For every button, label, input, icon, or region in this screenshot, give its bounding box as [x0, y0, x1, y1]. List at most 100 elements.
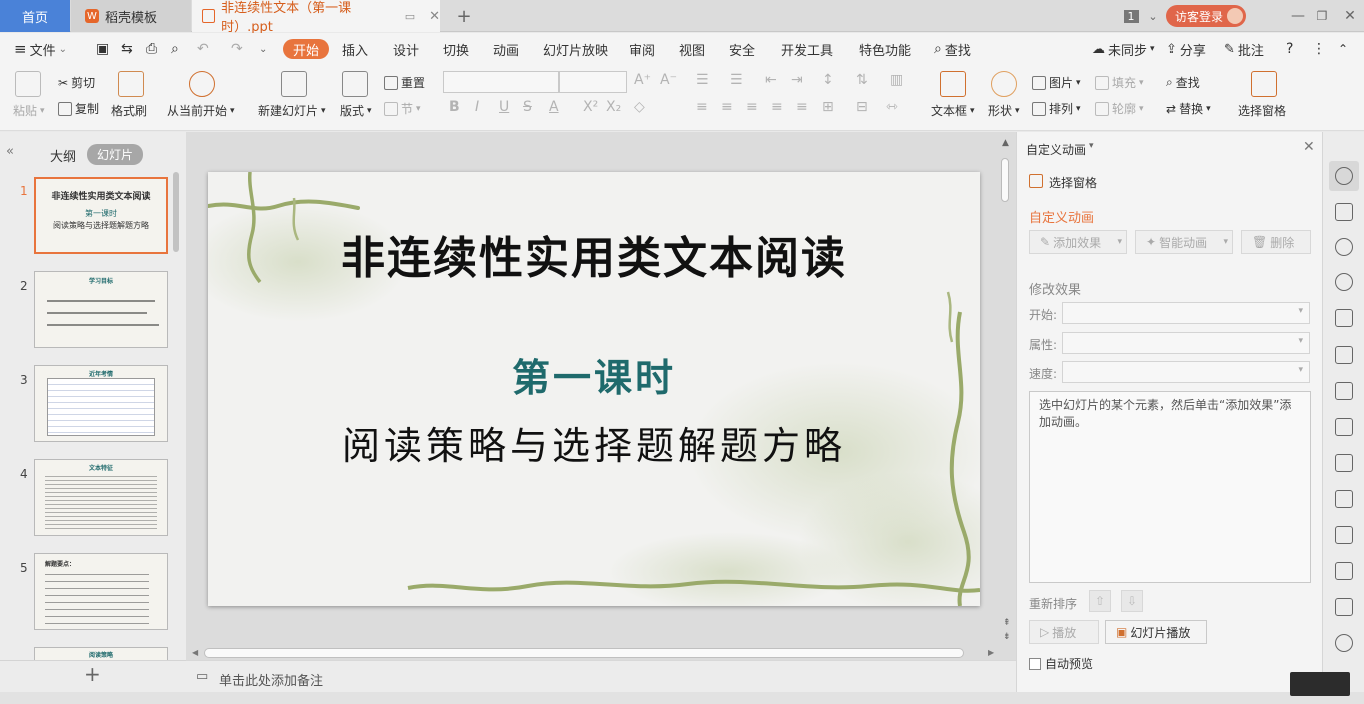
- menu-devtools[interactable]: 开发工具: [781, 39, 833, 59]
- scroll-left-icon[interactable]: ◀: [192, 648, 198, 657]
- strikethrough-icon[interactable]: S: [523, 99, 532, 115]
- menu-review[interactable]: 审阅: [629, 39, 655, 59]
- align-left-icon[interactable]: ≡: [696, 99, 708, 115]
- animation-list[interactable]: 选中幻灯片的某个元素，然后单击“添加效果”添加动画。: [1029, 391, 1311, 583]
- font-size-select[interactable]: [559, 71, 627, 93]
- grow-font-icon[interactable]: A⁺: [634, 72, 651, 88]
- decrease-indent-icon[interactable]: ⇤: [765, 72, 777, 88]
- start-select[interactable]: ▾: [1062, 302, 1310, 324]
- close-tab-icon[interactable]: ✕: [429, 9, 440, 24]
- table-icon[interactable]: [1335, 346, 1353, 364]
- selection-pane-button[interactable]: 选择窗格: [1238, 102, 1286, 119]
- menu-animation[interactable]: 动画: [493, 39, 519, 59]
- bold-icon[interactable]: B: [449, 99, 460, 115]
- menu-insert[interactable]: 插入: [342, 39, 368, 59]
- tab-outline[interactable]: 大纲: [50, 146, 76, 165]
- move-up-icon[interactable]: ⇧: [1089, 590, 1111, 612]
- new-tab-icon[interactable]: +: [452, 0, 476, 32]
- new-slide-button[interactable]: 新建幻灯片 ▾: [258, 102, 326, 119]
- find-button[interactable]: ⌕ 查找: [1166, 74, 1200, 91]
- play-from-current-button[interactable]: 从当前开始 ▾: [167, 102, 235, 119]
- smart-animation-button[interactable]: ✦ 智能动画 ▾: [1135, 230, 1233, 254]
- superscript-icon[interactable]: X²: [583, 99, 598, 115]
- next-slide-icon[interactable]: ⇟: [1003, 632, 1011, 642]
- slides-scrollbar[interactable]: [173, 172, 179, 252]
- slide-thumbnail-3[interactable]: 近年考情: [34, 365, 168, 442]
- share-button[interactable]: ⇪ 分享: [1166, 39, 1206, 59]
- justify-icon[interactable]: ≡: [771, 99, 783, 115]
- slide-thumbnail-6[interactable]: 阅读策略: [34, 647, 168, 661]
- save-icon[interactable]: ▣: [96, 39, 109, 59]
- menu-security[interactable]: 安全: [729, 39, 755, 59]
- bullet-list-icon[interactable]: ☰: [696, 72, 709, 88]
- arrange-button[interactable]: 排列 ▾: [1032, 100, 1081, 117]
- image-icon[interactable]: [1335, 598, 1353, 616]
- distribute-icon[interactable]: ≡: [796, 99, 808, 115]
- archive-icon[interactable]: [1335, 562, 1353, 580]
- textbox-button[interactable]: 文本框 ▾: [931, 102, 975, 119]
- replace-button[interactable]: ⇄ 替换 ▾: [1166, 100, 1211, 117]
- add-effect-button[interactable]: ✎ 添加效果 ▾: [1029, 230, 1127, 254]
- scroll-up-icon[interactable]: ▲: [1002, 138, 1009, 148]
- text-effect-icon[interactable]: ⊟: [856, 99, 868, 115]
- tab-template[interactable]: W 稻壳模板: [71, 0, 191, 32]
- close-window-icon[interactable]: ✕: [1338, 0, 1362, 32]
- export-icon[interactable]: ⇆: [121, 39, 133, 59]
- menu-view[interactable]: 视图: [679, 39, 705, 59]
- undo-icon[interactable]: ↶: [197, 39, 209, 59]
- format-painter-button[interactable]: 格式刷: [111, 102, 147, 119]
- shapes-icon[interactable]: [1335, 238, 1353, 256]
- pin-icon[interactable]: ▭: [405, 10, 415, 23]
- slide-canvas[interactable]: 非连续性实用类文本阅读 第一课时 阅读策略与选择题解题方略: [208, 172, 980, 606]
- menu-transition[interactable]: 切换: [443, 39, 469, 59]
- more-icon[interactable]: ⋮: [1312, 39, 1326, 59]
- autopreview-checkbox[interactable]: 自动预览: [1029, 655, 1093, 672]
- quick-access-dropdown-icon[interactable]: ⌄: [259, 39, 267, 59]
- slide-thumbnail-4[interactable]: 文本特征: [34, 459, 168, 536]
- keyboard-icon[interactable]: [1290, 672, 1350, 696]
- subscript-icon[interactable]: X₂: [606, 99, 621, 115]
- location-icon[interactable]: [1335, 273, 1353, 291]
- move-down-icon[interactable]: ⇩: [1121, 590, 1143, 612]
- columns-icon[interactable]: ▥: [890, 72, 903, 88]
- reset-button[interactable]: 重置: [384, 74, 425, 91]
- copy-button[interactable]: 复制: [58, 100, 99, 117]
- clear-format-icon[interactable]: ◇: [634, 99, 645, 115]
- fill-button[interactable]: 填充 ▾: [1095, 74, 1144, 91]
- file-menu[interactable]: ≡ 文件 ⌄: [14, 39, 67, 59]
- menu-slideshow[interactable]: 幻灯片放映: [543, 39, 608, 59]
- tab-home[interactable]: 首页: [0, 0, 70, 32]
- horizontal-scrollbar[interactable]: [204, 648, 964, 658]
- align-right-icon[interactable]: ≡: [746, 99, 758, 115]
- animation-star-icon[interactable]: [1335, 167, 1353, 185]
- add-slide-icon[interactable]: +: [84, 662, 101, 686]
- export-share-icon[interactable]: [1335, 526, 1353, 544]
- menu-start[interactable]: 开始: [283, 39, 330, 59]
- prev-slide-icon[interactable]: ⇞: [1003, 618, 1011, 628]
- slide-title[interactable]: 非连续性实用类文本阅读: [208, 222, 980, 286]
- vertical-align-icon[interactable]: ⊞: [822, 99, 834, 115]
- comment-button[interactable]: ✎ 批注: [1224, 39, 1264, 59]
- sync-status[interactable]: ☁ 未同步 ▾: [1092, 39, 1155, 59]
- delete-effect-button[interactable]: 🗑 删除: [1241, 230, 1311, 254]
- line-spacing-icon[interactable]: ↕: [822, 72, 834, 88]
- text-direction-icon[interactable]: ⇅: [856, 72, 868, 88]
- tab-document[interactable]: 非连续性文本（第一课时）.ppt ▭ ✕: [192, 0, 440, 35]
- char-spacing-icon[interactable]: ⇿: [886, 99, 898, 115]
- vertical-scrollbar[interactable]: [1001, 158, 1009, 202]
- align-center-icon[interactable]: ≡: [721, 99, 733, 115]
- collapse-ribbon-icon[interactable]: ⌃: [1338, 39, 1348, 59]
- restore-icon[interactable]: ❐: [1310, 0, 1334, 32]
- animation-pane-header[interactable]: 自定义动画 ▾: [1026, 141, 1094, 158]
- shrink-font-icon[interactable]: A⁻: [660, 72, 677, 88]
- numbered-list-icon[interactable]: ☰: [730, 72, 743, 88]
- play-button[interactable]: ▷ 播放: [1029, 620, 1099, 644]
- tab-slides[interactable]: 幻灯片: [87, 144, 144, 165]
- scroll-right-icon[interactable]: ▶: [988, 648, 994, 657]
- menu-design[interactable]: 设计: [393, 39, 419, 59]
- slide-thumbnail-2[interactable]: 学习目标: [34, 271, 168, 348]
- collapse-pane-icon[interactable]: «: [6, 144, 14, 159]
- picture-button[interactable]: 图片 ▾: [1032, 74, 1081, 91]
- outline-button[interactable]: 轮廓 ▾: [1095, 100, 1144, 117]
- window-count-badge[interactable]: 1: [1120, 0, 1142, 32]
